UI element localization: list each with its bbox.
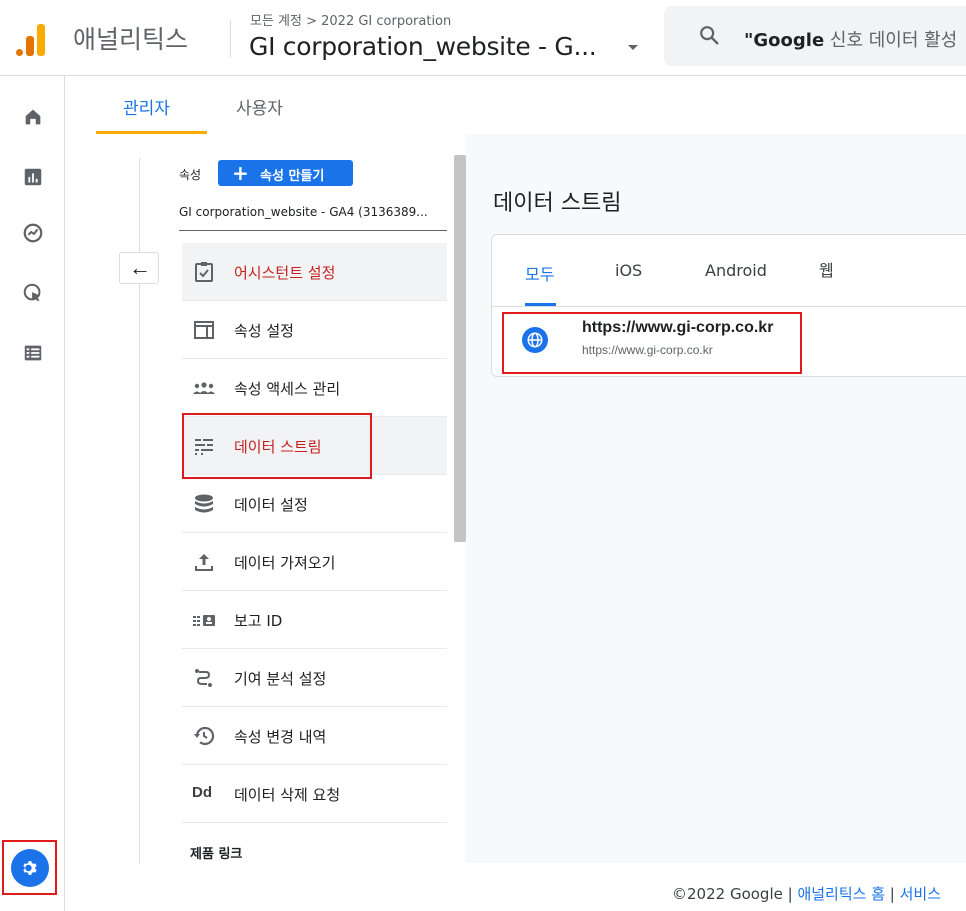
chevron-down-icon[interactable]: [628, 45, 638, 50]
menu-item-data-deletion-requests[interactable]: Dd 데이터 삭제 요청: [182, 765, 447, 823]
product-links-heading: 제품 링크: [190, 847, 243, 862]
stream-tabs: 모두 iOS Android 웹: [492, 235, 966, 307]
footer: ©2022 Google | 애널리틱스 홈 | 서비스: [672, 883, 941, 904]
property-label: 속성: [179, 168, 202, 182]
menu-label: 속성 액세스 관리: [234, 380, 341, 398]
search-input[interactable]: "Google 신호 데이터 활성: [744, 26, 957, 52]
back-button[interactable]: ←: [119, 252, 159, 284]
reports-icon[interactable]: [22, 166, 44, 188]
tab-web[interactable]: 웹: [819, 257, 834, 281]
admin-tabs: 관리자 사용자: [65, 76, 966, 134]
database-icon: [195, 494, 213, 513]
menu-label: 보고 ID: [234, 612, 283, 630]
advertising-icon[interactable]: [22, 282, 44, 304]
reporting-id-icon: [193, 615, 215, 626]
search-placeholder: 신호 데이터 활성: [824, 30, 958, 51]
footer-copyright: ©2022 Google |: [672, 885, 798, 903]
header-divider: [230, 20, 231, 58]
menu-item-setup-assistant[interactable]: 어시스턴트 설정: [182, 243, 447, 301]
footer-separator: |: [885, 885, 900, 903]
menu-item-attribution-settings[interactable]: 기여 분석 설정: [182, 649, 447, 707]
menu-label: 데이터 삭제 요청: [234, 786, 341, 804]
search-placeholder-bold: "Google: [744, 30, 825, 51]
property-dropdown-underline: [179, 230, 447, 231]
history-icon: [194, 726, 215, 746]
admin-settings-button[interactable]: [2, 840, 57, 895]
footer-link-analytics-home[interactable]: 애널리틱스 홈: [797, 885, 885, 903]
highlight-box: [502, 312, 802, 374]
property-selector[interactable]: GI corporation_website - G...: [249, 32, 597, 61]
tab-all[interactable]: 모두: [525, 261, 554, 285]
menu-label: 어시스턴트 설정: [234, 264, 336, 282]
tab-ios[interactable]: iOS: [615, 261, 642, 280]
menu-item-property-change-history[interactable]: 속성 변경 내역: [182, 707, 447, 765]
scrollbar[interactable]: [454, 155, 466, 542]
gear-icon: [11, 849, 49, 887]
menu-item-property-settings[interactable]: 속성 설정: [182, 301, 447, 359]
highlight-box: [182, 413, 372, 479]
create-property-label: 속성 만들기: [260, 169, 325, 184]
page-title: 데이터 스트림: [493, 191, 622, 216]
footer-link-terms[interactable]: 서비스: [900, 885, 941, 903]
plus-icon: +: [232, 161, 249, 185]
arrow-left-icon: ←: [129, 255, 151, 280]
stream-tab-indicator: [525, 303, 556, 306]
upload-icon: [195, 554, 213, 571]
configure-icon[interactable]: [22, 342, 44, 364]
people-icon: [193, 382, 215, 394]
menu-item-property-access[interactable]: 속성 액세스 관리: [182, 359, 447, 417]
app-title: 애널리틱스: [73, 25, 189, 54]
home-icon[interactable]: [22, 106, 44, 128]
attribution-icon: [195, 669, 212, 687]
explore-icon[interactable]: [22, 222, 44, 244]
property-settings-icon: [194, 321, 214, 339]
menu-item-data-import[interactable]: 데이터 가져오기: [182, 533, 447, 591]
tab-admin[interactable]: 관리자: [123, 94, 170, 119]
menu-item-data-settings[interactable]: 데이터 설정: [182, 475, 447, 533]
analytics-logo-icon[interactable]: [14, 22, 48, 56]
search-icon: [700, 26, 719, 45]
tab-user[interactable]: 사용자: [236, 94, 283, 119]
data-deletion-icon: Dd: [192, 784, 212, 801]
search-bar[interactable]: "Google 신호 데이터 활성: [664, 6, 966, 66]
menu-label: 데이터 가져오기: [234, 554, 336, 572]
menu-item-reporting-id[interactable]: 보고 ID: [182, 591, 447, 649]
breadcrumb[interactable]: 모든 계정 > 2022 GI corporation: [250, 10, 451, 29]
checklist-icon: [195, 262, 213, 282]
menu-label: 데이터 설정: [234, 496, 308, 514]
nav-rail: [0, 76, 65, 911]
property-dropdown[interactable]: GI corporation_website - GA4 (3136389...: [179, 205, 447, 219]
menu-label: 속성 설정: [234, 322, 294, 340]
tab-android[interactable]: Android: [705, 261, 767, 280]
menu-label: 기여 분석 설정: [234, 670, 327, 688]
create-property-button[interactable]: + 속성 만들기: [218, 160, 353, 186]
top-bar: 애널리틱스 모든 계정 > 2022 GI corporation GI cor…: [0, 0, 966, 76]
menu-label: 속성 변경 내역: [234, 728, 327, 746]
